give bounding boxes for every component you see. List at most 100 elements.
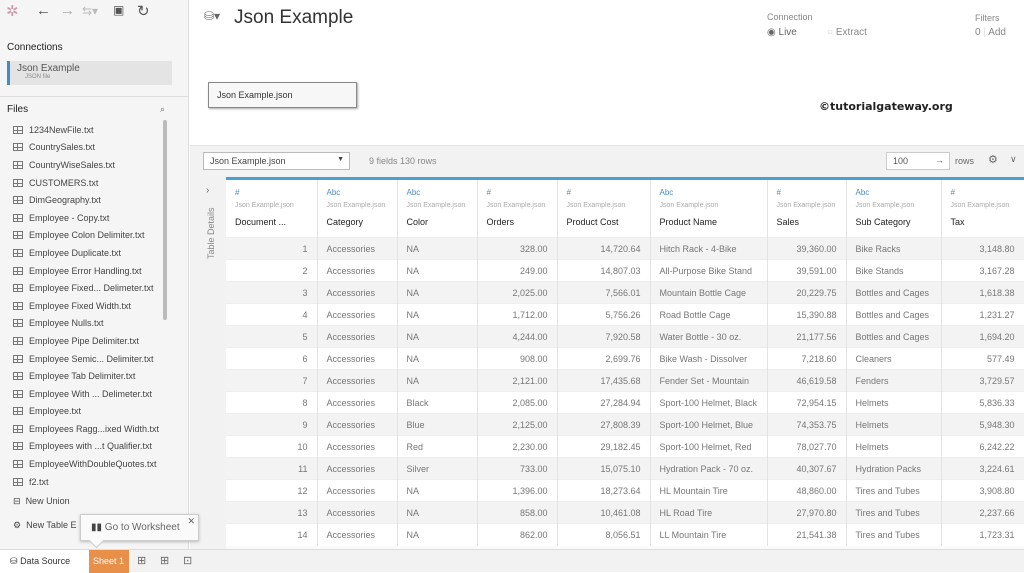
- table-row: 5 Accessories NA 4,244.00 7,920.58 Water Bott…: [226, 325, 1024, 348]
- go-to-worksheet-tooltip[interactable]: ▮▮ Go to Worksheet ✕: [80, 514, 199, 541]
- string-type-icon[interactable]: Abc: [856, 188, 932, 200]
- file-item[interactable]: 1234NewFile.txt: [13, 121, 163, 139]
- column-name[interactable]: Document ...: [235, 217, 308, 227]
- file-item[interactable]: Employee Fixed... Delimeter.txt: [13, 279, 163, 297]
- new-worksheet-icon[interactable]: ⊞: [137, 554, 146, 567]
- column-header[interactable]: Abc Json Example.json Category: [317, 177, 398, 238]
- string-type-icon[interactable]: Abc: [660, 188, 758, 200]
- table-row: 7 Accessories NA 2,121.00 17,435.68 Fender Se…: [226, 369, 1024, 392]
- tableau-logo-icon[interactable]: ✲: [6, 2, 19, 20]
- gear-icon[interactable]: ⚙: [988, 153, 998, 166]
- column-name[interactable]: Orders: [487, 217, 548, 227]
- file-item[interactable]: Employee Nulls.txt: [13, 315, 163, 333]
- file-item[interactable]: Employee Fixed Width.txt: [13, 297, 163, 315]
- new-dashboard-icon[interactable]: ⊞: [160, 554, 169, 567]
- string-type-icon[interactable]: Abc: [407, 188, 468, 200]
- number-type-icon[interactable]: #: [235, 188, 308, 200]
- live-label: Live: [778, 27, 797, 38]
- number-type-icon[interactable]: #: [951, 188, 1015, 200]
- file-item[interactable]: Employee Duplicate.txt: [13, 244, 163, 262]
- column-header[interactable]: Abc Json Example.json Product Name: [650, 177, 768, 238]
- table-row: 13 Accessories NA 858.00 10,461.08 HL Road Ti…: [226, 501, 1024, 524]
- file-item[interactable]: CUSTOMERS.txt: [13, 174, 163, 192]
- file-item[interactable]: EmployeeWithDoubleQuotes.txt: [13, 455, 163, 473]
- rows-input[interactable]: 100 →: [886, 152, 950, 170]
- column-header[interactable]: Abc Json Example.json Color: [397, 177, 478, 238]
- refresh-icon[interactable]: ↻: [137, 2, 150, 20]
- file-item[interactable]: DimGeography.txt: [13, 191, 163, 209]
- table-cell: 10,461.08: [557, 501, 651, 524]
- column-source: Json Example.json: [776, 202, 836, 209]
- save-icon[interactable]: ▣: [113, 3, 124, 17]
- table-cell: NA: [397, 523, 478, 546]
- file-item[interactable]: Employee Colon Delimiter.txt: [13, 227, 163, 245]
- column-name[interactable]: Product Cost: [567, 217, 641, 227]
- number-type-icon[interactable]: #: [567, 188, 641, 200]
- sheet-tab[interactable]: Sheet 1: [89, 550, 129, 573]
- table-cell: 2,125.00: [477, 413, 558, 436]
- file-item[interactable]: Employee.txt: [13, 403, 163, 421]
- table-cell: 15,075.10: [557, 457, 651, 480]
- table-cell: Red: [397, 435, 478, 458]
- column-name[interactable]: Sub Category: [856, 217, 932, 227]
- table-icon: [13, 372, 23, 381]
- file-item[interactable]: Employee - Copy.txt: [13, 209, 163, 227]
- table-chip[interactable]: Json Example.json: [208, 82, 357, 108]
- live-radio[interactable]: ◉ Live: [767, 27, 797, 38]
- table-cell: Accessories: [317, 435, 398, 458]
- table-select[interactable]: Json Example.json ▼: [203, 152, 350, 170]
- file-item[interactable]: Employee Semic... Delimiter.txt: [13, 350, 163, 368]
- column-name[interactable]: Sales: [777, 217, 837, 227]
- column-header[interactable]: # Json Example.json Tax: [941, 177, 1024, 238]
- scrollbar[interactable]: [163, 120, 167, 320]
- search-icon[interactable]: ⌕: [160, 104, 165, 115]
- column-name[interactable]: Product Name: [660, 217, 758, 227]
- column-header[interactable]: # Json Example.json Sales: [767, 177, 847, 238]
- string-type-icon[interactable]: Abc: [327, 188, 388, 200]
- new-story-icon[interactable]: ⊡: [183, 554, 192, 567]
- forward-icon[interactable]: →: [60, 2, 75, 19]
- column-name[interactable]: Category: [327, 217, 388, 227]
- new-union-button[interactable]: ⊟ New Union: [13, 496, 70, 507]
- table-icon: [13, 460, 23, 469]
- filters-add-link[interactable]: Add: [988, 27, 1006, 38]
- new-table-extension-button[interactable]: ⚙ New Table E: [13, 520, 76, 531]
- close-icon[interactable]: ✕: [187, 516, 195, 527]
- column-header[interactable]: # Json Example.json Product Cost: [557, 177, 651, 238]
- column-name[interactable]: Tax: [951, 217, 1015, 227]
- file-item[interactable]: Employee With ... Delimeter.txt: [13, 385, 163, 403]
- chevron-down-icon[interactable]: ∨: [1010, 154, 1017, 165]
- file-item[interactable]: CountrySales.txt: [13, 139, 163, 157]
- data-source-tab[interactable]: ⛁ Data Source: [0, 550, 89, 573]
- column-header[interactable]: # Json Example.json Orders: [477, 177, 558, 238]
- file-item[interactable]: f2.txt: [13, 473, 163, 491]
- file-item[interactable]: Employee Pipe Delimiter.txt: [13, 332, 163, 350]
- file-item[interactable]: Employee Tab Delimiter.txt: [13, 367, 163, 385]
- table-details-label: Table Details: [206, 207, 216, 259]
- column-header[interactable]: # Json Example.json Document ...: [226, 177, 318, 238]
- column-source: Json Example.json: [406, 202, 466, 209]
- table-cell: 13: [226, 501, 318, 524]
- file-item[interactable]: CountryWiseSales.txt: [13, 156, 163, 174]
- chevron-right-icon[interactable]: ›: [206, 185, 209, 196]
- column-header[interactable]: Abc Json Example.json Sub Category: [846, 177, 942, 238]
- database-icon[interactable]: ⛁▾: [204, 9, 220, 23]
- table-icon: [13, 389, 23, 398]
- page-title[interactable]: Json Example: [234, 7, 353, 29]
- redo-icon[interactable]: ⇆▾: [82, 4, 98, 18]
- file-item[interactable]: Employees Ragg...ixed Width.txt: [13, 420, 163, 438]
- file-item[interactable]: Employees with ...t Qualifier.txt: [13, 438, 163, 456]
- table-details-panel[interactable]: › Table Details: [190, 177, 226, 549]
- back-icon[interactable]: ←: [36, 2, 51, 19]
- table-cell: Tires and Tubes: [846, 479, 942, 502]
- number-type-icon[interactable]: #: [487, 188, 548, 200]
- connection-item[interactable]: Json Example JSON file: [7, 61, 172, 85]
- arrow-right-icon[interactable]: →: [935, 155, 944, 165]
- number-type-icon[interactable]: #: [777, 188, 837, 200]
- table-cell: 21,541.38: [767, 523, 847, 546]
- table-cell: All-Purpose Bike Stand: [650, 259, 768, 282]
- file-item[interactable]: Employee Error Handling.txt: [13, 262, 163, 280]
- radio-empty-icon: ○: [827, 27, 834, 38]
- extract-radio[interactable]: ○ Extract: [827, 27, 867, 38]
- column-name[interactable]: Color: [407, 217, 468, 227]
